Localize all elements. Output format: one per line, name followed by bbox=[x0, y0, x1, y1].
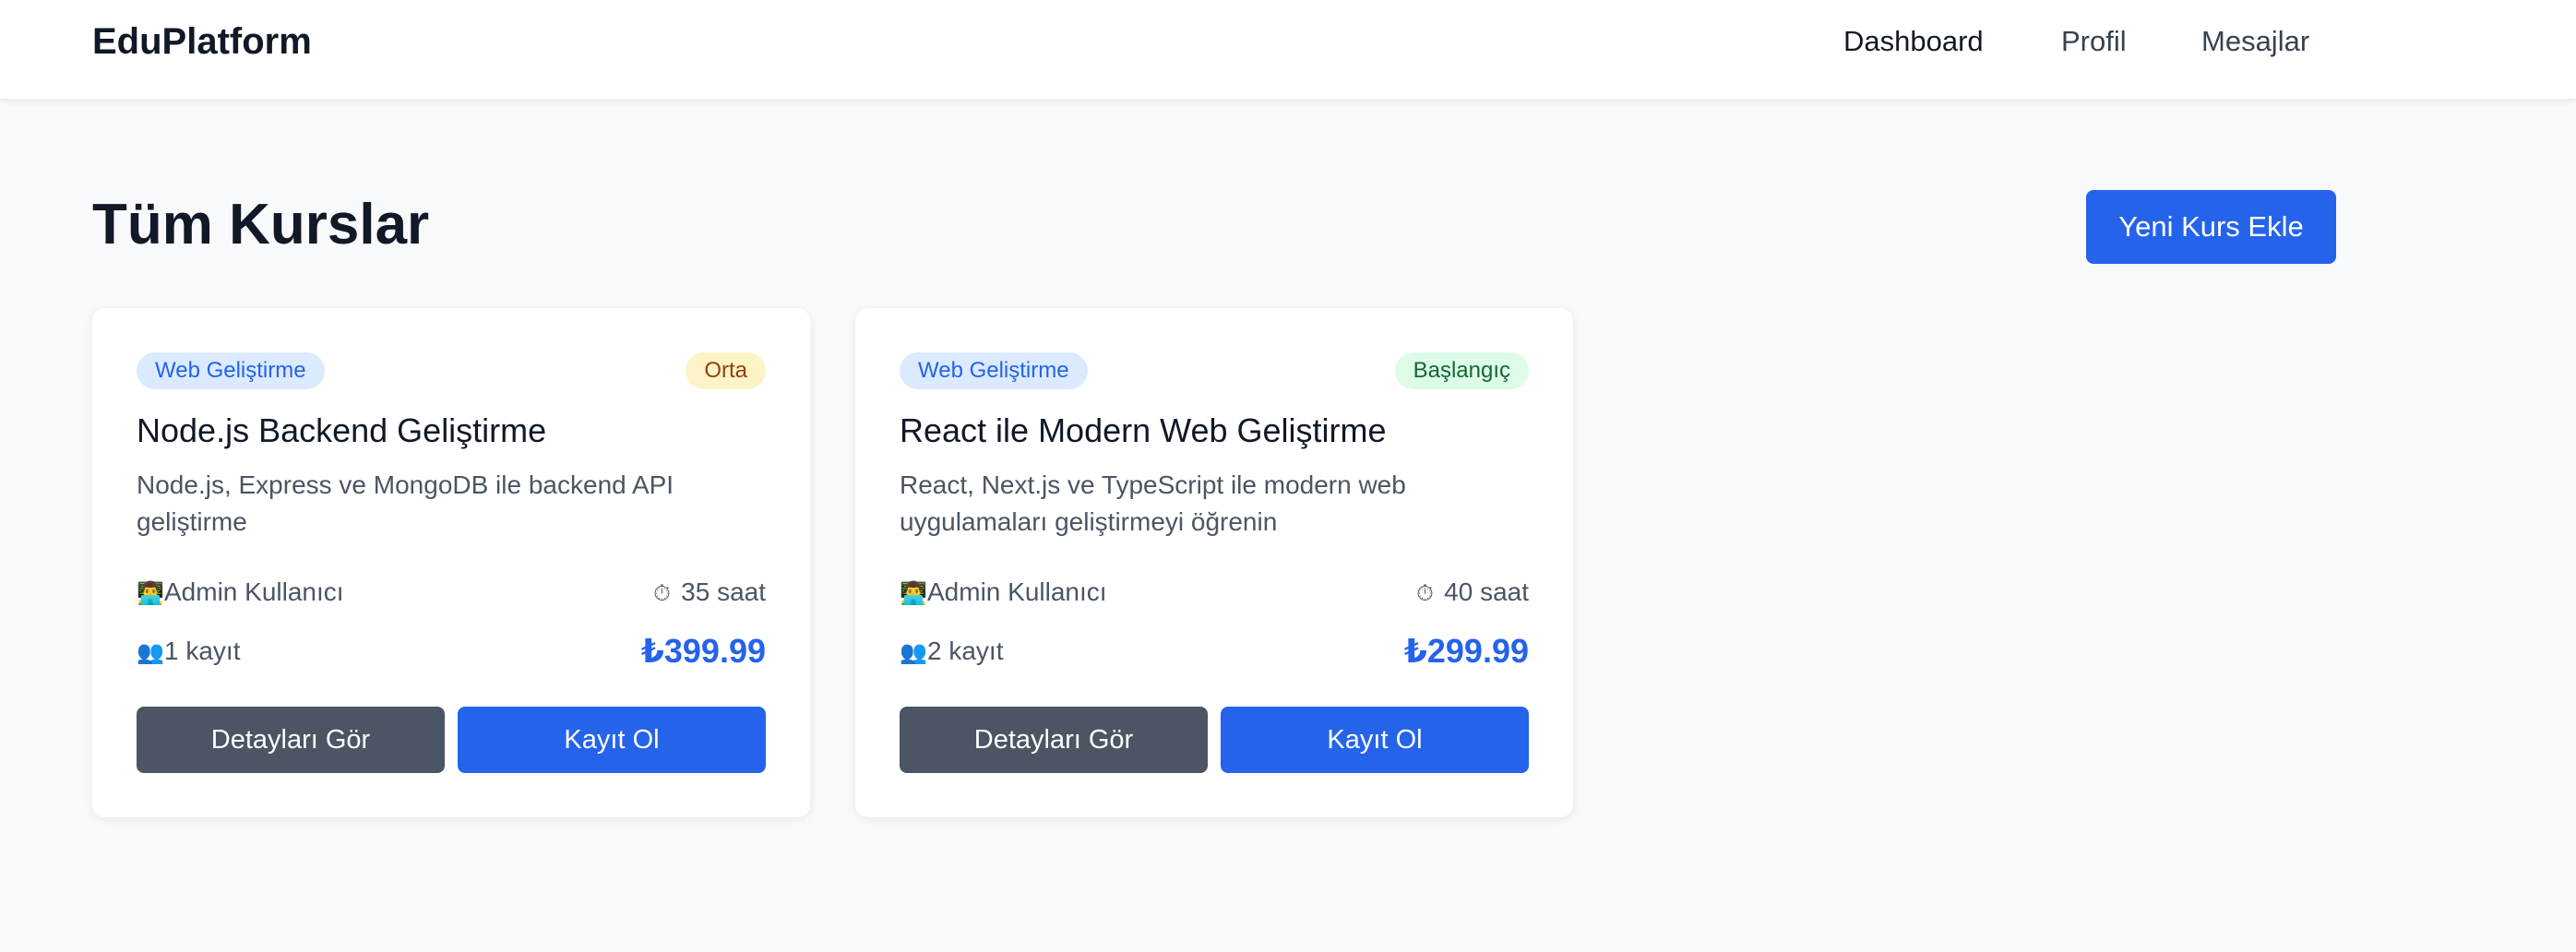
stopwatch-icon: ⏱ bbox=[1416, 580, 1434, 606]
instructor-info: 👨‍💻Admin Kullanıcı bbox=[137, 574, 344, 613]
category-badge: Web Geliştirme bbox=[900, 352, 1088, 389]
details-button[interactable]: Detayları Gör bbox=[137, 707, 445, 773]
instructor-name: Admin Kullanıcı bbox=[164, 577, 344, 606]
course-title: Node.js Backend Geliştirme bbox=[137, 411, 547, 449]
category-badge: Web Geliştirme bbox=[137, 352, 325, 389]
instructor-name: Admin Kullanıcı bbox=[927, 577, 1107, 606]
enrollment-count: 2 kayıt bbox=[927, 637, 1004, 665]
page-title: Tüm Kurslar bbox=[92, 193, 430, 256]
stopwatch-icon: ⏱ bbox=[653, 580, 671, 606]
course-stats-row: 👥1 kayıt ₺399.99 bbox=[137, 633, 766, 670]
course-meta-row: 👨‍💻Admin Kullanıcı ⏱ 40 saat bbox=[900, 574, 1529, 611]
level-badge: Başlangıç bbox=[1394, 352, 1529, 389]
instructor-icon: 👨‍💻 bbox=[900, 580, 927, 606]
nav-link-mesajlar[interactable]: Mesajlar bbox=[2201, 18, 2309, 65]
duration-info: ⏱ 40 saat bbox=[1416, 574, 1529, 613]
course-description: Node.js, Express ve MongoDB ile backend … bbox=[137, 470, 674, 536]
brand-logo[interactable]: EduPlatform bbox=[92, 18, 312, 65]
enrollment-count: 1 kayıt bbox=[164, 637, 241, 665]
new-course-button[interactable]: Yeni Kurs Ekle bbox=[2086, 190, 2336, 264]
course-card: Web Geliştirme Başlangıç React ile Moder… bbox=[855, 308, 1573, 817]
enroll-button[interactable]: Kayıt Ol bbox=[1221, 707, 1529, 773]
level-badge: Orta bbox=[686, 352, 766, 389]
course-stats-row: 👥2 kayıt ₺299.99 bbox=[900, 633, 1529, 670]
users-icon: 👥 bbox=[137, 639, 164, 665]
details-button[interactable]: Detayları Gör bbox=[900, 707, 1208, 773]
course-duration: 35 saat bbox=[681, 577, 766, 606]
course-price: ₺299.99 bbox=[1403, 632, 1529, 670]
course-card: Web Geliştirme Orta Node.js Backend Geli… bbox=[92, 308, 810, 817]
course-title: React ile Modern Web Geliştirme bbox=[900, 411, 1387, 449]
nav-link-profil[interactable]: Profil bbox=[2061, 18, 2127, 65]
course-duration: 40 saat bbox=[1444, 577, 1529, 606]
users-icon: 👥 bbox=[900, 639, 927, 665]
enroll-button[interactable]: Kayıt Ol bbox=[458, 707, 766, 773]
enrollment-info: 👥1 kayıt bbox=[137, 633, 240, 672]
course-meta-row: 👨‍💻Admin Kullanıcı ⏱ 35 saat bbox=[137, 574, 766, 611]
course-price: ₺399.99 bbox=[640, 632, 766, 670]
enrollment-info: 👥2 kayıt bbox=[900, 633, 1003, 672]
course-description: React, Next.js ve TypeScript ile modern … bbox=[900, 470, 1406, 536]
instructor-info: 👨‍💻Admin Kullanıcı bbox=[900, 574, 1107, 613]
duration-info: ⏱ 35 saat bbox=[653, 574, 766, 613]
navbar: EduPlatform Dashboard Profil Mesajlar bbox=[0, 0, 2576, 100]
instructor-icon: 👨‍💻 bbox=[137, 580, 164, 606]
nav-link-dashboard[interactable]: Dashboard bbox=[1843, 18, 1984, 65]
